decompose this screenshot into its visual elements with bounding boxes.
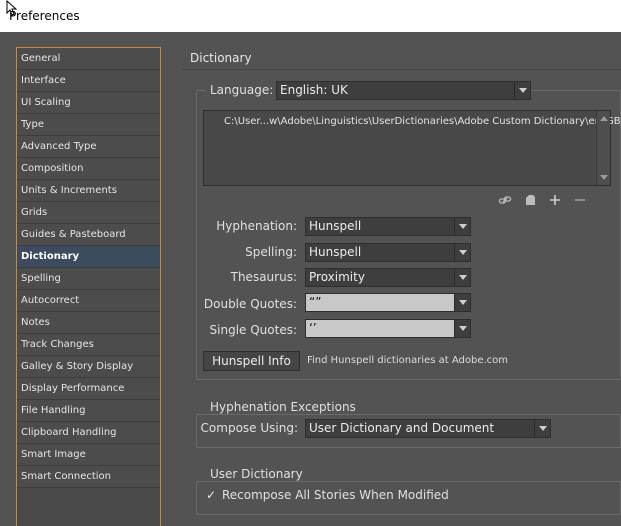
thesaurus-dropdown[interactable]: Proximity (305, 268, 471, 287)
spelling-dropdown[interactable]: Hunspell (305, 243, 471, 262)
list-scrollbar[interactable] (596, 111, 610, 185)
hyphenation-label: Hyphenation: (216, 219, 297, 233)
language-dropdown[interactable]: English: UK (276, 81, 531, 100)
single-quotes-dropdown[interactable]: ‘’ (305, 319, 471, 338)
sidebar-item-ui-scaling[interactable]: UI Scaling (17, 92, 160, 114)
chevron-down-icon[interactable] (454, 320, 470, 337)
chevron-down-icon[interactable] (454, 218, 470, 235)
chevron-down-icon[interactable] (534, 420, 550, 437)
hunspell-hint: Find Hunspell dictionaries at Adobe.com (307, 355, 509, 366)
spelling-value: Hunspell (309, 245, 362, 259)
minus-icon[interactable] (573, 193, 587, 210)
sidebar-item-advanced-type[interactable]: Advanced Type (17, 136, 160, 158)
sidebar-item-clipboard-handling[interactable]: Clipboard Handling (17, 422, 160, 444)
hyphenation-exceptions-legend: Hyphenation Exceptions (206, 400, 360, 414)
recompose-label[interactable]: Recompose All Stories When Modified (222, 488, 449, 502)
dictionary-path-item[interactable]: C:\User...w\Adobe\Linguistics\UserDictio… (224, 116, 621, 127)
new-page-icon[interactable] (523, 193, 537, 210)
sidebar-item-galley-story-display[interactable]: Galley & Story Display (17, 356, 160, 378)
user-dictionary-legend: User Dictionary (206, 467, 307, 481)
sidebar-item-general[interactable]: General (17, 48, 160, 70)
chevron-down-icon[interactable] (454, 244, 470, 261)
double-quotes-dropdown[interactable]: “” (305, 293, 471, 312)
sidebar-item-guides-pasteboard[interactable]: Guides & Pasteboard (17, 224, 160, 246)
recompose-checkbox[interactable]: ✓ (206, 489, 218, 501)
single-quotes-label: Single Quotes: (209, 323, 297, 337)
thesaurus-label: Thesaurus: (230, 270, 297, 284)
chevron-down-icon[interactable] (454, 269, 470, 286)
window-titlebar: Preferences (0, 0, 621, 32)
compose-using-dropdown[interactable]: User Dictionary and Document (305, 419, 551, 438)
sidebar-item-dictionary[interactable]: Dictionary (17, 246, 160, 268)
language-label: Language: (206, 83, 278, 97)
link-icon[interactable] (498, 193, 512, 210)
chevron-down-icon[interactable] (514, 82, 530, 99)
sidebar-item-grids[interactable]: Grids (17, 202, 160, 224)
sidebar-item-composition[interactable]: Composition (17, 158, 160, 180)
sidebar-item-display-performance[interactable]: Display Performance (17, 378, 160, 400)
double-quotes-value: “” (309, 295, 322, 309)
sidebar-item-track-changes[interactable]: Track Changes (17, 334, 160, 356)
sidebar-item-smart-connection[interactable]: Smart Connection (17, 466, 160, 488)
window-title: Preferences (9, 9, 80, 23)
dictionary-list[interactable]: C:\User...w\Adobe\Linguistics\UserDictio… (203, 110, 621, 186)
sidebar-item-autocorrect[interactable]: Autocorrect (17, 290, 160, 312)
plus-icon[interactable] (548, 193, 562, 210)
hunspell-info-button[interactable]: Hunspell Info (203, 351, 300, 371)
sidebar-item-spelling[interactable]: Spelling (17, 268, 160, 290)
title-divider (182, 69, 621, 70)
sidebar-item-type[interactable]: Type (17, 114, 160, 136)
chevron-down-icon[interactable] (454, 294, 470, 311)
compose-using-value: User Dictionary and Document (309, 421, 495, 435)
language-value: English: UK (280, 83, 348, 97)
sidebar-item-smart-image[interactable]: Smart Image (17, 444, 160, 466)
compose-using-label: Compose Using: (200, 421, 298, 435)
sidebar-item-units-increments[interactable]: Units & Increments (17, 180, 160, 202)
page-title: Dictionary (190, 51, 252, 65)
sidebar-item-interface[interactable]: Interface (17, 70, 160, 92)
thesaurus-value: Proximity (309, 270, 365, 284)
hyphenation-dropdown[interactable]: Hunspell (305, 217, 471, 236)
spelling-label: Spelling: (245, 245, 297, 259)
single-quotes-value: ‘’ (309, 321, 317, 335)
sidebar-item-notes[interactable]: Notes (17, 312, 160, 334)
hyphenation-value: Hunspell (309, 219, 362, 233)
sidebar-item-file-handling[interactable]: File Handling (17, 400, 160, 422)
double-quotes-label: Double Quotes: (203, 297, 297, 311)
scroll-up-icon[interactable] (600, 116, 608, 121)
preferences-sidebar: General Interface UI Scaling Type Advanced T… (16, 47, 161, 526)
scroll-down-icon[interactable] (600, 175, 608, 180)
